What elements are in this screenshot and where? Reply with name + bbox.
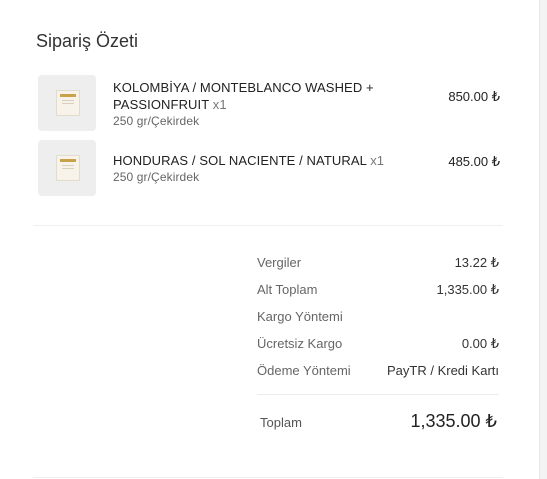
coffee-bag-icon — [56, 155, 80, 181]
item-variant: 250 gr/Çekirdek — [113, 170, 200, 184]
product-thumbnail — [38, 140, 96, 196]
shipping-method-label: Kargo Yöntemi — [257, 309, 343, 324]
payment-method-value: PayTR / Kredi Kartı — [387, 363, 499, 378]
order-summary-title: Sipariş Özeti — [36, 31, 139, 51]
subtotal-row: Alt Toplam 1,335.00 ₺ — [257, 282, 499, 300]
item-name-block: HONDURAS / SOL NACIENTE / NATURAL x1 250… — [113, 152, 413, 185]
item-name: HONDURAS / SOL NACIENTE / NATURAL — [113, 153, 367, 168]
taxes-row: Vergiler 13.22 ₺ — [257, 255, 499, 273]
item-quantity: x1 — [212, 97, 227, 112]
subtotal-label: Alt Toplam — [257, 282, 318, 297]
item-name: KOLOMBİYA / MONTEBLANCO WASHED + PASSION… — [113, 80, 374, 112]
free-shipping-label: Ücretsiz Kargo — [257, 336, 343, 351]
item-quantity: x1 — [370, 153, 385, 168]
payment-method-row: Ödeme Yöntemi PayTR / Kredi Kartı — [257, 363, 499, 381]
subtotal-value: 1,335.00 ₺ — [436, 282, 500, 297]
shipping-method-row: Kargo Yöntemi — [257, 309, 499, 327]
payment-method-label: Ödeme Yöntemi — [257, 363, 351, 378]
taxes-value: 13.22 ₺ — [454, 255, 499, 270]
item-price: 485.00 ₺ — [448, 154, 500, 169]
coffee-bag-icon — [56, 90, 80, 116]
total-label: Toplam — [260, 415, 302, 430]
scrollbar-track[interactable] — [539, 0, 547, 479]
bottom-divider — [33, 477, 503, 478]
taxes-label: Vergiler — [257, 255, 302, 270]
item-name-block: KOLOMBİYA / MONTEBLANCO WASHED + PASSION… — [113, 79, 403, 129]
item-variant: 250 gr/Çekirdek — [113, 114, 200, 128]
totals-divider — [257, 394, 499, 395]
section-divider — [33, 225, 503, 226]
free-shipping-row: Ücretsiz Kargo 0.00 ₺ — [257, 336, 499, 354]
product-thumbnail — [38, 75, 96, 131]
item-price: 850.00 ₺ — [448, 89, 500, 104]
free-shipping-value: 0.00 ₺ — [461, 336, 499, 351]
total-value: 1,335.00 ₺ — [410, 411, 497, 431]
